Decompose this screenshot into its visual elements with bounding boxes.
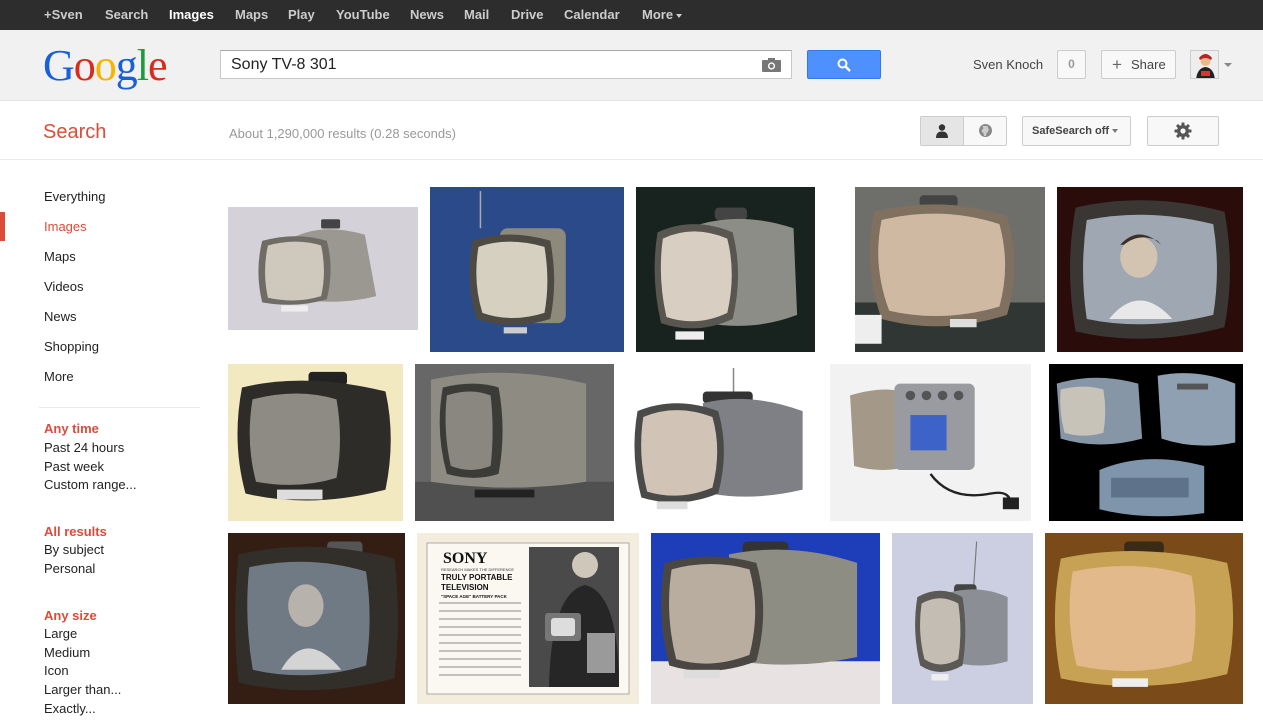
settings-button[interactable]	[1147, 116, 1219, 146]
image-result[interactable]	[855, 187, 1045, 352]
logo-letter: g	[115, 41, 138, 90]
ad-headline: "SPACE AGE" BATTERY PACK	[441, 594, 508, 599]
topbar-more-label: More	[642, 7, 674, 22]
page-title: Search	[43, 121, 107, 143]
sony-advertisement: SONY RESEARCH MAKES THE DIFFERENCE TRULY…	[417, 533, 639, 704]
topbar-item-play[interactable]: Play	[288, 0, 315, 30]
search-query: Sony TV-8 301	[231, 56, 337, 73]
camera-icon[interactable]	[762, 58, 781, 72]
filter-size-icon[interactable]: Icon	[44, 663, 69, 678]
nav-item-everything[interactable]: Everything	[44, 189, 105, 204]
topbar-item-search[interactable]: Search	[105, 0, 148, 30]
ad-headline: TELEVISION	[441, 583, 489, 592]
filter-size-larger-than[interactable]: Larger than...	[44, 682, 121, 697]
personal-results-button[interactable]	[921, 117, 964, 145]
topbar-item-images[interactable]: Images	[169, 0, 214, 30]
nav-item-videos[interactable]: Videos	[44, 279, 84, 294]
search-input[interactable]: Sony TV-8 301	[220, 50, 792, 79]
nav-item-shopping[interactable]: Shopping	[44, 339, 99, 354]
topbar-item-drive[interactable]: Drive	[511, 0, 544, 30]
share-button[interactable]: + Share	[1101, 50, 1176, 79]
selected-indicator	[0, 212, 5, 241]
avatar-image	[1191, 51, 1218, 78]
user-name[interactable]: Sven Knoch	[973, 57, 1043, 72]
filter-any-time[interactable]: Any time	[44, 421, 99, 436]
filter-any-size[interactable]: Any size	[44, 608, 97, 623]
results-view-toggle	[920, 116, 1007, 146]
search-icon	[837, 58, 851, 72]
topbar-item-more[interactable]: More	[642, 0, 683, 30]
image-result[interactable]: SONY RESEARCH MAKES THE DIFFERENCE TRULY…	[417, 533, 639, 704]
nav-item-news[interactable]: News	[44, 309, 77, 324]
safesearch-label: SafeSearch off	[1032, 125, 1110, 137]
image-result[interactable]	[430, 187, 624, 352]
image-result[interactable]	[228, 207, 418, 330]
filter-personal[interactable]: Personal	[44, 561, 95, 576]
image-result[interactable]	[636, 187, 815, 352]
result-stats: About 1,290,000 results (0.28 seconds)	[229, 126, 456, 141]
topbar-item-calendar[interactable]: Calendar	[564, 0, 620, 30]
logo-letter: l	[136, 41, 149, 90]
topbar-item-youtube[interactable]: YouTube	[336, 0, 390, 30]
topbar-item-profile[interactable]: +Sven	[44, 0, 83, 30]
chevron-down-icon[interactable]	[1224, 63, 1232, 67]
image-result[interactable]	[651, 533, 880, 704]
search-button[interactable]	[807, 50, 881, 79]
topbar-item-mail[interactable]: Mail	[464, 0, 489, 30]
filter-past-24-hours[interactable]: Past 24 hours	[44, 440, 124, 455]
image-result[interactable]	[1049, 364, 1243, 521]
filter-all-results[interactable]: All results	[44, 524, 107, 539]
header: Google Sony TV-8 301 Sven Knoch 0 + Shar…	[0, 30, 1263, 101]
logo-letter: e	[148, 41, 168, 90]
filter-size-large[interactable]: Large	[44, 626, 77, 641]
plus-icon: +	[1112, 55, 1122, 74]
image-result[interactable]	[626, 364, 818, 521]
filter-size-exactly[interactable]: Exactly...	[44, 701, 96, 716]
image-result[interactable]	[830, 364, 1031, 521]
safesearch-dropdown[interactable]: SafeSearch off	[1022, 116, 1131, 146]
chevron-down-icon	[1112, 129, 1119, 134]
nav-item-more[interactable]: More	[44, 369, 74, 384]
image-result[interactable]	[228, 533, 405, 704]
logo-letter: o	[73, 41, 96, 90]
person-icon	[936, 124, 948, 138]
image-result[interactable]	[415, 364, 614, 521]
nav-item-maps[interactable]: Maps	[44, 249, 76, 264]
ad-tagline: RESEARCH MAKES THE DIFFERENCE	[441, 567, 514, 572]
image-result[interactable]	[1045, 533, 1243, 704]
topbar-item-maps[interactable]: Maps	[235, 0, 268, 30]
global-results-button[interactable]	[964, 117, 1007, 145]
filter-size-medium[interactable]: Medium	[44, 645, 90, 660]
top-navigation-bar: +Sven Search Images Maps Play YouTube Ne…	[0, 0, 1263, 30]
image-result[interactable]	[228, 364, 403, 521]
nav-item-images[interactable]: Images	[44, 219, 87, 234]
subheader: Search About 1,290,000 results (0.28 sec…	[0, 102, 1263, 160]
notifications-button[interactable]: 0	[1057, 50, 1086, 79]
image-result[interactable]	[1057, 187, 1243, 352]
divider	[39, 407, 200, 408]
logo-letter: o	[94, 41, 117, 90]
chevron-down-icon	[676, 13, 683, 18]
share-label: Share	[1131, 57, 1166, 72]
ad-brand: SONY	[443, 550, 488, 567]
filter-custom-range[interactable]: Custom range...	[44, 477, 137, 492]
image-result[interactable]	[892, 533, 1033, 704]
filter-by-subject[interactable]: By subject	[44, 542, 104, 557]
google-logo[interactable]: Google	[43, 41, 168, 90]
avatar[interactable]	[1190, 50, 1219, 79]
gear-icon	[1174, 122, 1192, 140]
ad-headline: TRULY PORTABLE	[441, 573, 513, 582]
filter-past-week[interactable]: Past week	[44, 459, 104, 474]
logo-letter: G	[43, 41, 75, 90]
topbar-item-news[interactable]: News	[410, 0, 444, 30]
globe-icon	[979, 124, 992, 137]
